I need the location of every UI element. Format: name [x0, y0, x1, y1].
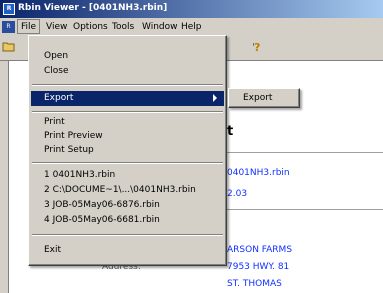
menu-separator	[32, 162, 223, 164]
menu-file[interactable]: File	[17, 19, 41, 34]
file-menu-recent-2[interactable]: 2 C:\DOCUME~1\...\0401NH3.rbin	[31, 184, 224, 197]
menu-separator	[32, 111, 223, 113]
file-menu-open[interactable]: Open	[31, 50, 224, 63]
menu-bar: R File View Options Tools Window Help	[0, 18, 383, 36]
divider	[227, 209, 383, 210]
submenu-arrow-icon	[213, 94, 217, 102]
menu-help[interactable]: Help	[181, 22, 202, 32]
file-menu-print-preview[interactable]: Print Preview	[31, 130, 224, 143]
title-bar[interactable]: R Rbin Viewer - [0401NH3.rbin]	[0, 0, 383, 18]
filename-value: 0401NH3.rbin	[227, 168, 290, 178]
export-submenu: Export	[228, 88, 300, 108]
divider	[227, 152, 383, 153]
menu-tools[interactable]: Tools	[112, 22, 134, 32]
menu-window[interactable]: Window	[142, 22, 178, 32]
version-value: 2.03	[227, 189, 248, 199]
app-window: R Rbin Viewer - [0401NH3.rbin] R File Vi…	[0, 0, 383, 293]
open-folder-icon[interactable]	[2, 40, 16, 54]
file-menu-recent-4[interactable]: 4 JOB-05May06-6681.rbin	[31, 214, 224, 227]
address-line1: 7953 HWY. 81	[227, 262, 290, 272]
svg-text:': '	[252, 41, 255, 54]
address-line2: ST. THOMAS	[227, 279, 282, 289]
menu-view[interactable]: View	[46, 22, 67, 32]
file-menu-print[interactable]: Print	[31, 116, 224, 129]
file-menu-close[interactable]: Close	[31, 65, 224, 78]
help-icon[interactable]: ? '	[250, 40, 264, 54]
file-menu-exit[interactable]: Exit	[31, 244, 224, 257]
export-submenu-item[interactable]: Export	[243, 93, 272, 103]
file-menu-dropdown: Open Close Export Print Print Preview Pr…	[28, 35, 227, 266]
file-menu-export-label: Export	[44, 93, 74, 103]
window-title: Rbin Viewer - [0401NH3.rbin]	[18, 3, 168, 13]
file-menu-print-setup[interactable]: Print Setup	[31, 144, 224, 157]
document-icon[interactable]: R	[2, 21, 15, 33]
menu-separator	[32, 84, 223, 86]
menu-separator	[32, 234, 223, 236]
file-menu-recent-1[interactable]: 1 0401NH3.rbin	[31, 169, 224, 182]
page-heading: t	[227, 124, 234, 139]
app-icon[interactable]: R	[3, 3, 15, 15]
menu-options[interactable]: Options	[73, 22, 108, 32]
customer-value: ARSON FARMS	[227, 245, 293, 255]
file-menu-recent-3[interactable]: 3 JOB-05May06-6876.rbin	[31, 199, 224, 212]
file-menu-export[interactable]: Export	[31, 91, 224, 106]
